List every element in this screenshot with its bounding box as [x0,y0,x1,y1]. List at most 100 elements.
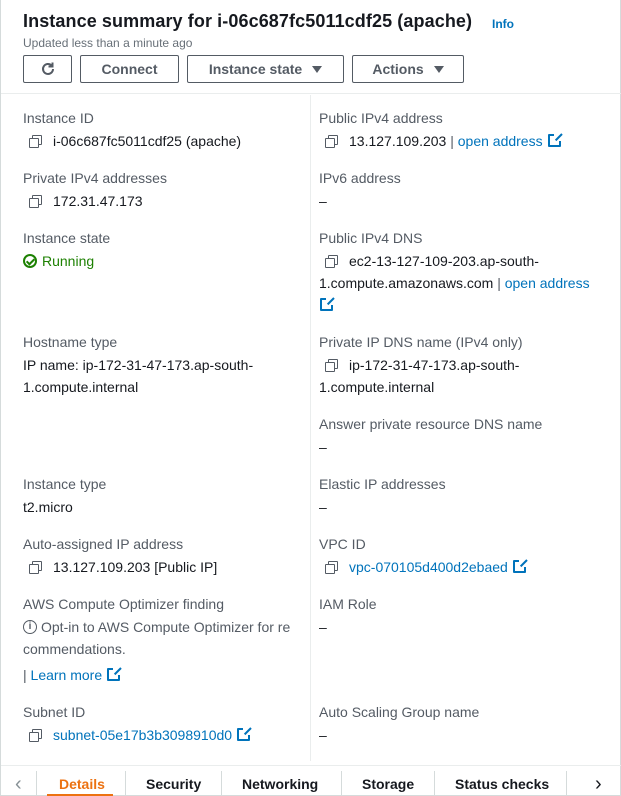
learn-more-link[interactable]: Learn more [31,667,103,683]
field-label: Instance ID [23,110,94,126]
elastic-ip-value: – [319,499,327,515]
actions-label: Actions [372,61,424,77]
tab-details[interactable]: Details [59,776,105,792]
copy-icon[interactable] [325,255,338,269]
summary-header: Instance summary for i-06c687fc5011cdf25… [1,0,621,94]
iam-role-value: – [319,619,327,635]
field-label: Elastic IP addresses [319,476,446,492]
open-address-link[interactable]: open address [458,133,543,149]
field-answer-dns: Answer private resource DNS name – [319,415,542,458]
tab-security[interactable]: Security [146,776,201,792]
instance-summary-panel: Instance summary for i-06c687fc5011cdf25… [0,0,621,796]
ipv6-value: – [319,193,327,209]
field-hostname-type: Hostname type IP name: ip-172-31-47-173.… [23,333,253,398]
field-label: Hostname type [23,334,118,350]
field-subnet-id: Subnet ID subnet-05e17b3b3098910d0 [23,703,251,746]
private-dns-line-1: ip-172-31-47-173.ap-south- [349,357,520,373]
field-label: Public IPv4 address [319,110,443,126]
field-public-dns: Public IPv4 DNS ec2-13-127-109-203.ap-so… [319,229,590,316]
public-ipv4-value: 13.127.109.203 [349,133,447,149]
hostname-line-2: 1.compute.internal [23,379,139,395]
separator: | [450,133,454,149]
field-label: Instance state [23,230,111,246]
info-circle-icon: i [23,620,37,635]
caret-down-icon [312,65,323,73]
field-iam-role: IAM Role – [319,595,377,638]
connect-button[interactable]: Connect [80,55,179,83]
external-link-icon[interactable] [320,298,333,312]
tab-divider [221,771,222,796]
open-address-link[interactable]: open address [505,275,590,291]
field-instance-id: Instance ID i-06c687fc5011cdf25 (apache) [23,109,241,152]
chevron-right-icon[interactable]: › [595,774,602,794]
answer-dns-value: – [319,439,327,455]
field-ipv6: IPv6 address – [319,169,401,212]
optimizer-line-2: commendations. [23,641,126,657]
external-link-icon [237,728,251,742]
field-auto-assigned-ip: Auto-assigned IP address 13.127.109.203 … [23,535,217,578]
auto-ip-value: 13.127.109.203 [Public IP] [53,559,218,575]
external-link-icon [107,668,121,682]
connect-label: Connect [101,61,158,77]
private-ipv4-value: 172.31.47.173 [53,193,143,209]
copy-icon[interactable] [29,729,42,743]
tab-status-checks[interactable]: Status checks [455,776,549,792]
tab-storage[interactable]: Storage [362,776,414,792]
tab-divider [434,771,435,796]
separator: | [497,275,501,291]
external-link-icon [547,134,561,148]
caret-down-icon [433,65,444,73]
refresh-button[interactable] [23,55,72,83]
status-running: Running [42,253,95,269]
tab-networking[interactable]: Networking [242,776,318,792]
separator: | [23,667,31,683]
actions-dropdown[interactable]: Actions [352,55,464,83]
page-title: Instance summary for i-06c687fc5011cdf25… [23,11,473,31]
public-dns-line-2: 1.compute.amazonaws.com [319,275,494,291]
instance-state-label: Instance state [208,61,303,77]
details-tab-bar: ‹ Details Security Networking Storage St… [1,765,621,796]
chevron-left-icon[interactable]: ‹ [15,774,22,794]
instance-state-dropdown[interactable]: Instance state [187,55,344,83]
copy-icon[interactable] [29,561,42,575]
field-label: Subnet ID [23,704,86,720]
field-label: Auto Scaling Group name [319,704,480,720]
field-public-ipv4: Public IPv4 address 13.127.109.203 | ope… [319,109,561,152]
copy-icon[interactable] [325,135,338,149]
hostname-line-1: IP name: ip-172-31-47-173.ap-south- [23,357,254,373]
info-link[interactable]: Info [492,17,514,31]
field-label: Instance type [23,476,107,492]
tab-divider [125,771,126,796]
field-elastic-ip: Elastic IP addresses – [319,475,446,518]
field-private-ipv4: Private IPv4 addresses 172.31.47.173 [23,169,167,212]
field-label: IAM Role [319,596,377,612]
private-dns-line-2: 1.compute.internal [319,379,435,395]
field-compute-optimizer: AWS Compute Optimizer finding i Opt-in to… [23,595,290,686]
optimizer-line-1: Opt-in to AWS Compute Optimizer for re [41,619,291,635]
vpc-id-link[interactable]: vpc-070105d400d2ebaed [349,559,508,575]
field-label: Private IP DNS name (IPv4 only) [319,334,523,350]
column-divider [310,95,311,761]
subnet-id-link[interactable]: subnet-05e17b3b3098910d0 [53,727,232,743]
field-label: Private IPv4 addresses [23,170,167,186]
last-updated-text: Updated less than a minute ago [23,36,193,50]
field-label: AWS Compute Optimizer finding [23,596,224,612]
copy-icon[interactable] [325,561,338,575]
public-dns-line-1: ec2-13-127-109-203.ap-south- [349,253,539,269]
copy-icon[interactable] [325,359,338,373]
asg-value: – [319,727,327,743]
external-link-icon [512,560,526,574]
field-asg-name: Auto Scaling Group name – [319,703,479,746]
field-label: VPC ID [319,536,366,552]
tab-divider [566,771,567,796]
tab-divider [341,771,342,796]
copy-icon[interactable] [29,195,42,209]
field-instance-state: Instance state Running [23,229,110,272]
field-label: IPv6 address [319,170,401,186]
field-instance-type: Instance type t2.micro [23,475,106,518]
instance-id-value: i-06c687fc5011cdf25 (apache) [53,133,242,149]
field-vpc-id: VPC ID vpc-070105d400d2ebaed [319,535,526,578]
field-label: Answer private resource DNS name [319,416,543,432]
copy-icon[interactable] [29,135,42,149]
check-circle-icon [23,254,37,269]
